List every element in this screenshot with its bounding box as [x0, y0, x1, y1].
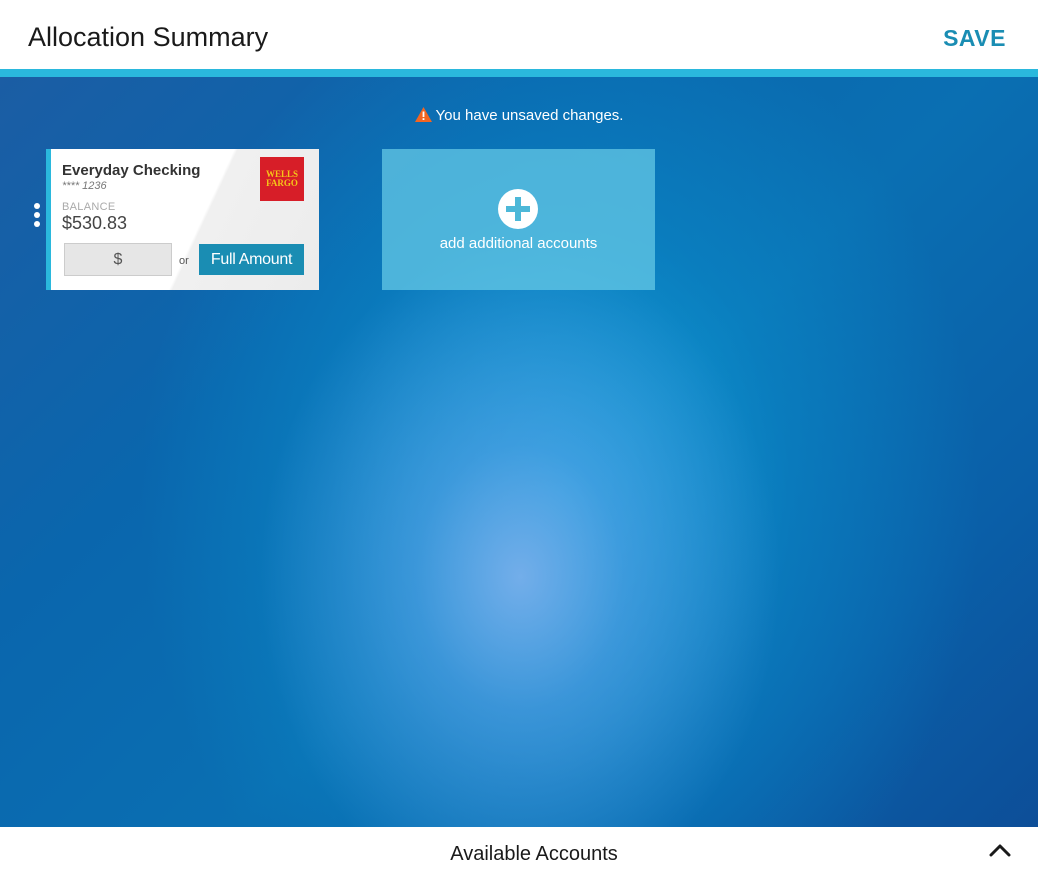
unsaved-changes-notice: You have unsaved changes.: [0, 107, 1038, 124]
account-card: Everyday Checking **** 1236 BALANCE $530…: [46, 149, 319, 290]
allocation-canvas: You have unsaved changes. Everyday Check…: [0, 77, 1038, 827]
balance-label: BALANCE: [62, 201, 116, 213]
amount-input[interactable]: $: [64, 243, 172, 276]
chevron-up-icon[interactable]: [989, 843, 1011, 857]
add-accounts-label: add additional accounts: [439, 235, 598, 252]
page-title: Allocation Summary: [28, 22, 269, 52]
unsaved-changes-text: You have unsaved changes.: [435, 107, 624, 124]
header-bar: Allocation Summary SAVE: [0, 0, 1038, 69]
wells-fargo-logo: WELLS FARGO: [260, 157, 304, 201]
full-amount-button[interactable]: Full Amount: [199, 244, 304, 275]
balance-value: $530.83: [62, 213, 128, 233]
account-number: **** 1236: [62, 180, 107, 192]
header-accent-bar: [0, 69, 1038, 77]
save-button[interactable]: SAVE: [943, 25, 1006, 52]
warning-icon: [414, 107, 432, 122]
drag-handle-icon[interactable]: [34, 203, 42, 233]
add-accounts-tile[interactable]: add additional accounts: [382, 149, 655, 290]
plus-circle-icon: [498, 189, 538, 229]
account-name: Everyday Checking: [62, 162, 201, 179]
or-label: or: [179, 255, 189, 267]
available-accounts-title: Available Accounts: [450, 843, 618, 865]
available-accounts-drawer[interactable]: Available Accounts: [0, 827, 1038, 878]
